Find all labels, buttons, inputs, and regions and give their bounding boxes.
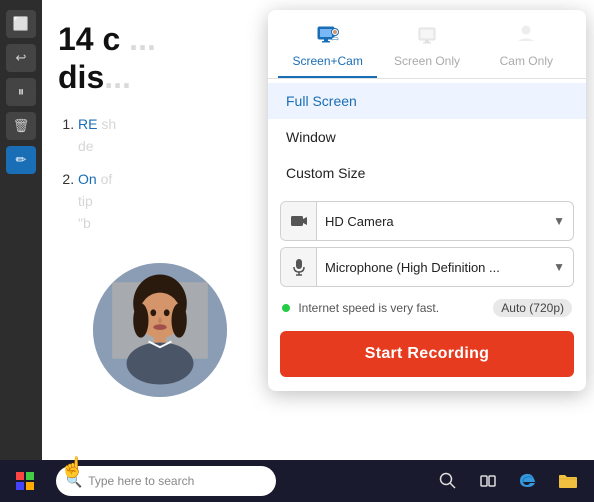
taskbar-folder-icon[interactable] — [550, 460, 586, 502]
pause-btn[interactable]: ⏸ — [6, 78, 36, 106]
tab-screen-only-label: Screen Only — [394, 54, 460, 68]
quality-badge[interactable]: Auto (720p) — [493, 299, 572, 317]
status-text: Internet speed is very fast. — [298, 301, 439, 315]
start-button[interactable] — [0, 460, 50, 502]
camera-dropdown-arrow: ▼ — [545, 214, 573, 228]
camera-icon — [281, 202, 317, 240]
taskbar-search-bar[interactable]: 🔍 Type here to search — [56, 466, 276, 496]
option-window[interactable]: Window — [268, 119, 586, 155]
pen-btn[interactable]: ✏ — [6, 146, 36, 174]
screen-only-icon — [416, 26, 438, 50]
tab-screen-cam-label: Screen+Cam — [292, 54, 362, 68]
list-link-2[interactable]: On — [78, 171, 97, 187]
taskbar-edge-icon[interactable] — [510, 460, 546, 502]
tab-cam-only-label: Cam Only — [500, 54, 553, 68]
taskbar-icons — [430, 460, 594, 502]
status-bar: Internet speed is very fast. Auto (720p) — [268, 293, 586, 323]
list-link-1[interactable]: RE — [78, 116, 97, 132]
avatar — [90, 260, 230, 400]
cam-only-icon — [515, 22, 537, 50]
tab-screen-cam[interactable]: Screen+Cam — [278, 26, 377, 78]
mic-select[interactable]: Microphone (High Definition ... — [317, 248, 545, 286]
camera-select[interactable]: HD Camera — [317, 202, 545, 240]
taskbar-search-icon[interactable] — [430, 460, 466, 502]
status-dot — [282, 304, 290, 312]
search-placeholder: Type here to search — [88, 474, 194, 488]
stop-btn[interactable]: ⬜ — [6, 10, 36, 38]
mic-icon — [281, 248, 317, 286]
tab-cam-only[interactable]: Cam Only — [477, 22, 576, 78]
tab-screen-only[interactable]: Screen Only — [377, 26, 476, 78]
tabs-row: Screen+Cam Screen Only Cam Only — [268, 10, 586, 78]
camera-dropdown-row[interactable]: HD Camera ▼ — [280, 201, 574, 241]
recording-popup: Screen+Cam Screen Only Cam Only — [268, 10, 586, 391]
sidebar: ⬜ ↩ ⏸ 🗑 ✏ — [0, 0, 42, 460]
status-left: Internet speed is very fast. — [282, 301, 439, 315]
options-list: Full Screen Window Custom Size — [268, 79, 586, 195]
taskbar-task-view-icon[interactable] — [470, 460, 506, 502]
search-icon: 🔍 — [66, 473, 82, 489]
screen-cam-icon — [317, 26, 339, 50]
option-fullscreen[interactable]: Full Screen — [268, 83, 586, 119]
mic-dropdown-arrow: ▼ — [545, 260, 573, 274]
start-recording-button[interactable]: Start Recording — [280, 331, 574, 377]
option-custom-size[interactable]: Custom Size — [268, 155, 586, 191]
delete-btn[interactable]: 🗑 — [6, 112, 36, 140]
undo-btn[interactable]: ↩ — [6, 44, 36, 72]
mic-dropdown-row[interactable]: Microphone (High Definition ... ▼ — [280, 247, 574, 287]
taskbar: 🔍 Type here to search — [0, 460, 594, 502]
